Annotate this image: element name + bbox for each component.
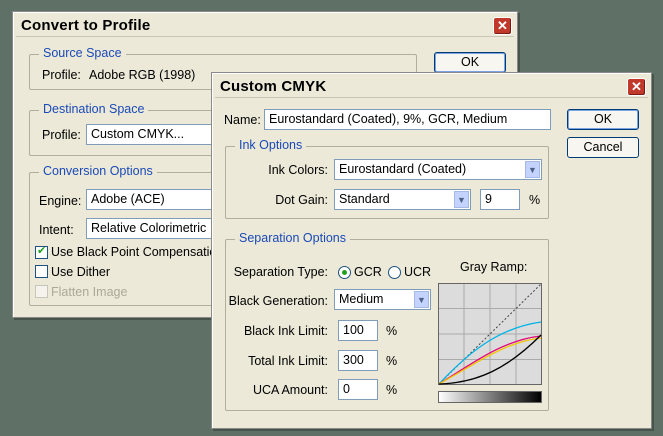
cmyk-title: Custom CMYK bbox=[220, 78, 327, 95]
dot-gain-value: Standard bbox=[339, 192, 390, 206]
conversion-options-group: Conversion Options Engine: Adobe (ACE) I… bbox=[29, 164, 226, 306]
close-icon[interactable]: ✕ bbox=[627, 78, 646, 96]
total-ink-limit-percent: % bbox=[386, 354, 398, 368]
gray-ramp-label: Gray Ramp: bbox=[460, 260, 528, 274]
gcr-label[interactable]: GCR bbox=[354, 265, 382, 279]
close-icon[interactable]: ✕ bbox=[493, 17, 512, 35]
uca-amount-label: UCA Amount: bbox=[252, 383, 328, 397]
name-label: Name: bbox=[224, 113, 261, 127]
separation-options-heading: Separation Options bbox=[235, 231, 351, 245]
source-profile-label: Profile: bbox=[42, 68, 81, 82]
black-ink-limit-input[interactable]: 100 bbox=[338, 320, 378, 341]
uca-amount-input[interactable]: 0 bbox=[338, 379, 378, 400]
conversion-options-heading: Conversion Options bbox=[39, 164, 157, 178]
ok-button[interactable]: OK bbox=[567, 109, 639, 130]
ok-button[interactable]: OK bbox=[434, 52, 506, 73]
total-ink-limit-label: Total Ink Limit: bbox=[248, 354, 328, 368]
source-space-heading: Source Space bbox=[39, 46, 126, 60]
black-generation-select[interactable]: Medium ▼ bbox=[334, 289, 431, 310]
black-ink-limit-percent: % bbox=[386, 324, 398, 338]
gray-ramp-gradient bbox=[438, 391, 542, 403]
dot-gain-select[interactable]: Standard ▼ bbox=[334, 189, 471, 210]
ink-options-group: Ink Options Ink Colors: Eurostandard (Co… bbox=[225, 138, 549, 219]
cmyk-titlebar[interactable]: Custom CMYK ✕ bbox=[215, 76, 648, 98]
dither-label[interactable]: Use Dither bbox=[51, 265, 110, 279]
gray-ramp-graph bbox=[438, 283, 542, 385]
destination-space-heading: Destination Space bbox=[39, 102, 149, 116]
dither-checkbox[interactable] bbox=[35, 265, 48, 278]
cancel-button[interactable]: Cancel bbox=[567, 137, 639, 158]
black-generation-value: Medium bbox=[339, 292, 384, 306]
chevron-down-icon[interactable]: ▼ bbox=[525, 161, 540, 178]
chevron-down-icon[interactable]: ▼ bbox=[454, 191, 469, 208]
ucr-label[interactable]: UCR bbox=[404, 265, 431, 279]
uca-amount-percent: % bbox=[386, 383, 398, 397]
black-point-checkbox[interactable] bbox=[35, 244, 48, 259]
black-generation-label: Black Generation: bbox=[228, 294, 328, 308]
separation-options-group: Separation Options Separation Type: GCR … bbox=[225, 231, 549, 411]
ink-options-heading: Ink Options bbox=[235, 138, 307, 152]
destination-space-group: Destination Space Profile: Custom CMYK..… bbox=[29, 102, 226, 156]
flatten-checkbox bbox=[35, 285, 48, 298]
intent-label: Intent: bbox=[39, 223, 74, 237]
black-ink-limit-label: Black Ink Limit: bbox=[243, 324, 328, 338]
total-ink-limit-input[interactable]: 300 bbox=[338, 350, 378, 371]
convert-title: Convert to Profile bbox=[21, 17, 151, 34]
chevron-down-icon[interactable]: ▼ bbox=[414, 291, 429, 308]
gcr-radio[interactable] bbox=[338, 266, 351, 279]
source-profile-value: Adobe RGB (1998) bbox=[89, 68, 196, 82]
destination-profile-label: Profile: bbox=[42, 128, 81, 142]
engine-label: Engine: bbox=[39, 194, 82, 208]
engine-select[interactable]: Adobe (ACE) bbox=[86, 189, 226, 210]
intent-select[interactable]: Relative Colorimetric bbox=[86, 218, 226, 239]
dot-gain-label: Dot Gain: bbox=[275, 193, 328, 207]
ink-colors-value: Eurostandard (Coated) bbox=[339, 162, 467, 176]
destination-profile-select[interactable]: Custom CMYK... bbox=[86, 124, 226, 145]
dot-gain-percent: % bbox=[529, 193, 541, 207]
custom-cmyk-dialog: Custom CMYK ✕ Name: Eurostandard (Coated… bbox=[211, 72, 652, 429]
separation-type-label: Separation Type: bbox=[233, 265, 328, 279]
ucr-radio[interactable] bbox=[388, 266, 401, 279]
ink-colors-select[interactable]: Eurostandard (Coated) ▼ bbox=[334, 159, 542, 180]
ink-colors-label: Ink Colors: bbox=[268, 163, 328, 177]
dot-gain-amount-input[interactable]: 9 bbox=[480, 189, 520, 210]
flatten-label: Flatten Image bbox=[51, 285, 128, 299]
convert-titlebar[interactable]: Convert to Profile ✕ bbox=[16, 15, 514, 37]
black-point-label[interactable]: Use Black Point Compensation bbox=[51, 245, 223, 259]
name-input[interactable]: Eurostandard (Coated), 9%, GCR, Medium bbox=[264, 109, 551, 130]
